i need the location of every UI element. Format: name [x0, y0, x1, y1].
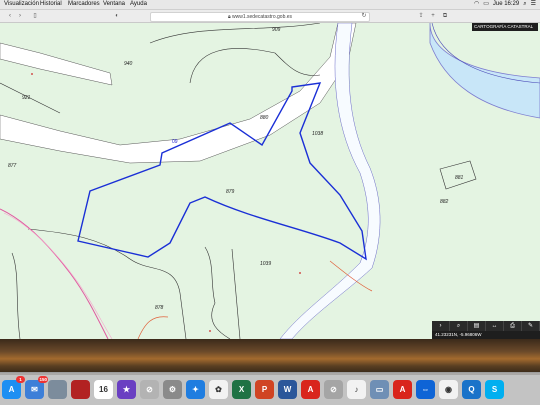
notification-badge: 150	[38, 375, 48, 383]
cadastral-map[interactable]: 909 940 921 877 880 1038 879 881 882 103…	[0, 23, 540, 339]
measure-icon[interactable]: ✎	[522, 321, 540, 331]
dock-glyph: ★	[122, 384, 131, 394]
dock-icon-photo-booth[interactable]	[71, 379, 90, 399]
dock-icon-imovie[interactable]: ★	[117, 379, 136, 399]
parcel-label: 1039	[260, 261, 271, 267]
wifi-icon[interactable]: ◠	[474, 0, 479, 9]
sidebar-icon[interactable]: ▯	[30, 12, 40, 20]
dock-glyph: ▭	[375, 384, 384, 394]
menu-visualizacion[interactable]: Visualización	[4, 0, 39, 9]
dock-icon-acrobat[interactable]: A	[301, 379, 320, 399]
dock-glyph: ♪	[354, 384, 359, 394]
dock-glyph: ◉	[445, 384, 452, 394]
dock-glyph: A	[8, 384, 15, 394]
menu-ayuda[interactable]: Ayuda	[130, 0, 147, 9]
parcel-label: 909	[272, 27, 281, 33]
dock-glyph: 16	[99, 384, 108, 394]
dock-glyph: ✦	[192, 384, 199, 394]
dock-glyph: P	[261, 384, 268, 394]
dock-icon-photos[interactable]: ✿	[209, 379, 228, 399]
expand-icon[interactable]: ↔	[486, 321, 504, 331]
map-controls: › ⌕ ▤ ↔ ⎙ ✎	[432, 321, 540, 331]
trail-edge	[3, 212, 113, 339]
reload-icon[interactable]: ↻	[360, 12, 368, 20]
parcel-label: 940	[124, 61, 133, 67]
layers-icon[interactable]: ▤	[468, 321, 486, 331]
dock-icon-safari[interactable]: ✦	[186, 379, 205, 399]
dock-icon-utility[interactable]: ⊘	[324, 379, 343, 399]
minor-road	[0, 42, 113, 86]
dock-glyph: A	[399, 384, 406, 394]
menu-bar: Visualización Historial Marcadores Venta…	[0, 0, 540, 10]
url-text: www1.sedecatastro.gob.es	[232, 14, 293, 20]
dock-icon-quicktime[interactable]: Q	[462, 379, 481, 399]
dock-icon-chrome[interactable]: ◉	[439, 379, 458, 399]
map-layer-tag: CARTOGRAFÍA CATASTRAL	[472, 23, 538, 31]
play-icon[interactable]: ›	[432, 321, 450, 331]
dock-icon-image-capture[interactable]: ▭	[370, 379, 389, 399]
dock-icon-music[interactable]: ♪	[347, 379, 366, 399]
marker-dot	[209, 330, 211, 332]
search-icon[interactable]: ⌕	[523, 0, 526, 9]
dock-glyph: ⚙	[168, 384, 177, 394]
print-icon[interactable]: ⎙	[504, 321, 522, 331]
dock-icon-safari-alt[interactable]: ⊘	[140, 379, 159, 399]
parcel-label: 877	[8, 163, 17, 169]
dock: A 1 ✉ 150 16 ★ ⊘ ⚙ ✦ ✿ X P W A ⊘ ♪ ▭ A ⇔ ◉ Q S	[0, 372, 540, 405]
control-center-icon[interactable]: ☰	[531, 0, 536, 9]
menu-marcadores[interactable]: Marcadores	[68, 0, 100, 9]
forward-button[interactable]: ›	[16, 12, 24, 20]
dock-icon-calendar[interactable]: 16	[94, 379, 113, 399]
menubar-clock[interactable]: Jue 16:29	[493, 0, 519, 9]
selected-parcel[interactable]	[77, 82, 367, 261]
battery-icon[interactable]: ▭	[483, 0, 489, 9]
dock-icon-skype[interactable]: S	[485, 379, 504, 399]
parcel-label: 880	[260, 115, 269, 121]
parcel-label: 878	[155, 305, 164, 311]
dock-icon-powerpoint[interactable]: P	[255, 379, 274, 399]
share-icon[interactable]: ⇪	[416, 12, 426, 20]
back-button[interactable]: ‹	[6, 12, 14, 20]
dock-icon-teamviewer[interactable]: ⇔	[416, 379, 435, 399]
road-label: 09	[172, 139, 178, 145]
dock-icon-system-preferences[interactable]: ⚙	[163, 379, 182, 399]
coordinate-readout: 41.23231N, -5.96806W	[432, 331, 540, 339]
marker-dot	[31, 73, 33, 75]
dock-glyph: X	[238, 384, 245, 394]
dock-icon-acrobat-reader[interactable]: A	[393, 379, 412, 399]
dock-glyph: A	[307, 384, 314, 394]
shield-icon[interactable]: ◐	[112, 12, 122, 20]
parcel-label: 1038	[312, 131, 323, 137]
desktop-wallpaper	[0, 339, 540, 375]
tab-overview-icon[interactable]: ⧉	[440, 12, 450, 20]
dock-glyph: W	[283, 384, 292, 394]
dock-icon-excel[interactable]: X	[232, 379, 251, 399]
dock-glyph: ✿	[215, 384, 222, 394]
menu-ventana[interactable]: Ventana	[103, 0, 125, 9]
dock-icon-app-store[interactable]: A1	[2, 375, 25, 399]
dock-glyph: ⇔	[421, 384, 430, 394]
dock-icon-preview[interactable]	[48, 379, 67, 399]
dock-glyph: ✉	[31, 384, 38, 394]
dock-glyph: S	[491, 384, 498, 394]
marker-dot	[299, 272, 301, 274]
browser-toolbar: ‹ › ▯ ◐ 🔒︎ www1.sedecatastro.gob.es ↻ ⇪ …	[0, 10, 540, 23]
river-area	[429, 23, 540, 119]
new-tab-icon[interactable]: +	[428, 12, 438, 20]
menu-historial[interactable]: Historial	[40, 0, 62, 9]
dock-glyph: ⊘	[330, 384, 337, 394]
dock-icon-word[interactable]: W	[278, 379, 297, 399]
dock-icon-mail[interactable]: ✉ 150	[25, 375, 48, 399]
parcel-label: 879	[226, 189, 235, 195]
dock-glyph: Q	[468, 384, 475, 394]
map-canvas[interactable]: 909 940 921 877 880 1038 879 881 882 103…	[0, 23, 540, 339]
parcel-label: 921	[22, 95, 31, 101]
dock-glyph: ⊘	[146, 384, 153, 394]
address-bar[interactable]: 🔒︎ www1.sedecatastro.gob.es	[150, 12, 370, 22]
parcel-label: 882	[440, 199, 449, 205]
notification-badge: 1	[16, 375, 25, 383]
contour-line	[137, 316, 169, 339]
parcel-label: 881	[455, 175, 464, 181]
zoom-icon[interactable]: ⌕	[450, 321, 468, 331]
